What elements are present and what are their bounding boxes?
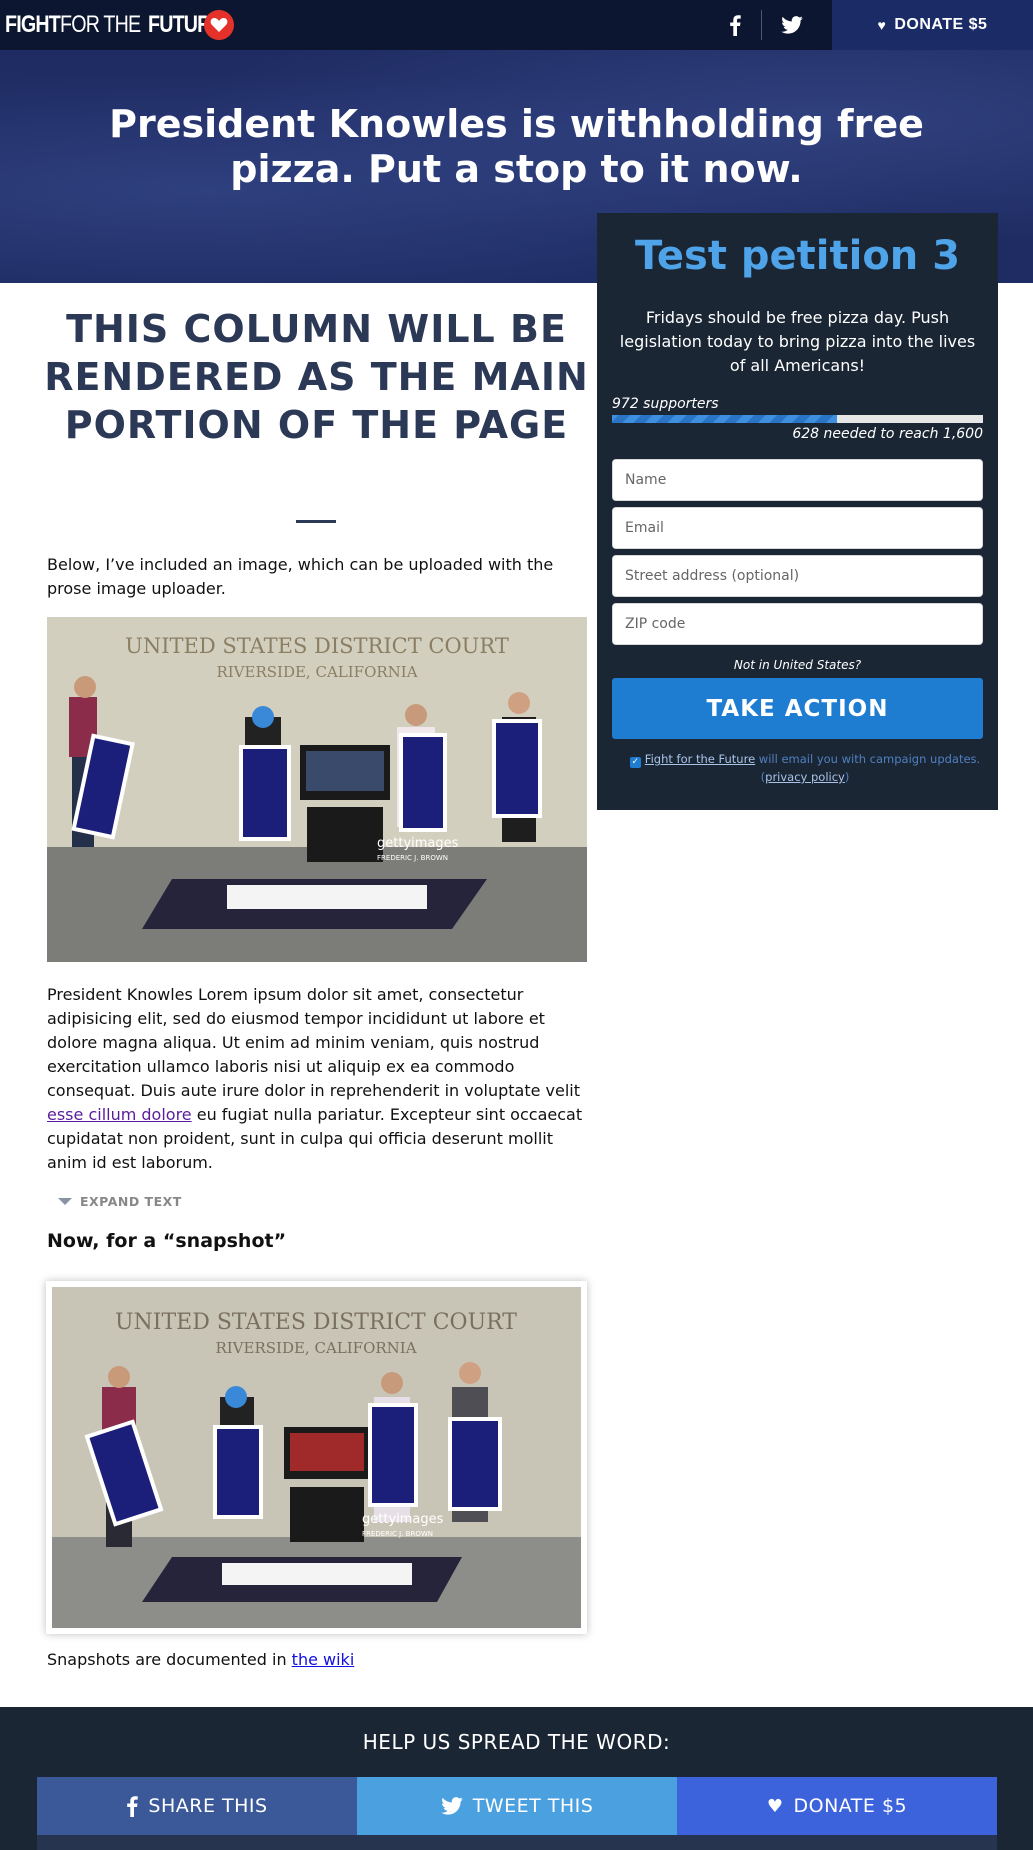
snapshot-photo: UNITED STATES DISTRICT COURT RIVERSIDE, … <box>52 1287 581 1628</box>
signatures-needed: 628 needed to reach 1,600 <box>792 426 983 442</box>
share-label: SHARE THIS <box>148 1795 268 1817</box>
privacy-close-paren: ) <box>844 770 850 784</box>
body-text-part1: President Knowles Lorem ipsum dolor sit … <box>47 985 580 1100</box>
nav-divider <box>761 10 762 40</box>
top-nav: FIGHT FOR THE FUTURE ♥ DONATE $5 <box>0 0 1033 50</box>
footer-donate-label: DONATE $5 <box>793 1795 908 1817</box>
heart-icon: ♥ <box>877 17 887 33</box>
petition-card: Test petition 3 Fridays should be free p… <box>597 213 998 810</box>
footer-bottom-strip <box>37 1835 997 1850</box>
email-optin: ✓ Fight for the Future will email you wit… <box>625 750 985 786</box>
share-facebook-button[interactable]: SHARE THIS <box>37 1777 357 1835</box>
checkbox-checked-icon[interactable]: ✓ <box>629 757 641 768</box>
tweet-button[interactable]: TWEET THIS <box>357 1777 677 1835</box>
wiki-link[interactable]: the wiki <box>292 1650 355 1669</box>
twitter-icon <box>440 1797 463 1815</box>
heading-divider <box>296 520 336 523</box>
not-in-us-link[interactable]: Not in United States? <box>597 658 998 672</box>
photo-credit: FREDERIC J. BROWN <box>377 854 448 862</box>
snapshot-sign-line1: UNITED STATES DISTRICT COURT <box>115 1310 517 1335</box>
snapshot-watermark: gettyimages <box>362 1512 444 1527</box>
take-action-button[interactable]: TAKE ACTION <box>612 678 983 739</box>
nav-donate-button[interactable]: ♥ DONATE $5 <box>832 0 1033 50</box>
body-paragraph: President Knowles Lorem ipsum dolor sit … <box>47 983 592 1175</box>
logo-heart-icon <box>204 10 234 40</box>
twitter-icon[interactable] <box>778 12 806 38</box>
expand-text-label: EXPAND TEXT <box>80 1194 182 1209</box>
facebook-icon[interactable] <box>722 12 748 38</box>
facebook-icon <box>126 1795 139 1817</box>
main-heading: THIS COLUMN WILL BE RENDERED AS THE MAIN… <box>44 307 589 447</box>
email-field[interactable] <box>612 507 983 549</box>
footer-donate-button[interactable]: ♥ DONATE $5 <box>677 1777 997 1835</box>
court-sign-line2: RIVERSIDE, CALIFORNIA <box>216 663 417 681</box>
optin-org-link[interactable]: Fight for the Future <box>645 752 755 766</box>
supporter-count: 972 supporters <box>612 396 719 412</box>
snapshot-frame: UNITED STATES DISTRICT COURT RIVERSIDE, … <box>46 1281 587 1634</box>
street-address-field[interactable] <box>612 555 983 597</box>
hero-title: President Knowles is withholding free pi… <box>109 102 924 191</box>
snapshot-heading: Now, for a “snapshot” <box>47 1230 287 1252</box>
spread-the-word-heading: HELP US SPREAD THE WORD: <box>362 1730 671 1754</box>
expand-text-button[interactable]: EXPAND TEXT <box>58 1194 182 1209</box>
signature-progress-fill <box>612 415 838 423</box>
protest-photo: UNITED STATES DISTRICT COURT RIVERSIDE, … <box>47 617 587 962</box>
wiki-prefix: Snapshots are documented in <box>47 1650 292 1669</box>
logo-text-fight: FIGHT <box>5 11 61 38</box>
petition-title: Test petition 3 <box>634 233 961 279</box>
court-sign-line1: UNITED STATES DISTRICT COURT <box>125 634 509 658</box>
petition-description: Fridays should be free pizza day. Push l… <box>619 308 976 375</box>
signature-progress-bar <box>612 415 983 423</box>
heart-icon: ♥ <box>766 1795 784 1817</box>
optin-text: will email you with campaign updates. <box>755 752 981 766</box>
logo-text-for-the: FOR THE <box>60 11 141 38</box>
intro-paragraph: Below, I’ve included an image, which can… <box>47 555 554 598</box>
snapshot-credit: FREDERIC J. BROWN <box>362 1530 433 1538</box>
privacy-policy-link[interactable]: privacy policy <box>765 770 845 784</box>
caret-down-icon <box>58 1198 72 1205</box>
tweet-label: TWEET THIS <box>472 1795 594 1817</box>
snapshot-sign-line2: RIVERSIDE, CALIFORNIA <box>215 1339 416 1357</box>
body-inline-link[interactable]: esse cillum dolore <box>47 1105 192 1124</box>
zip-code-field[interactable] <box>612 603 983 645</box>
nav-donate-label: DONATE $5 <box>894 16 988 33</box>
photo-watermark: gettyimages <box>377 836 459 851</box>
name-field[interactable] <box>612 459 983 501</box>
wiki-paragraph: Snapshots are documented in the wiki <box>47 1648 354 1672</box>
